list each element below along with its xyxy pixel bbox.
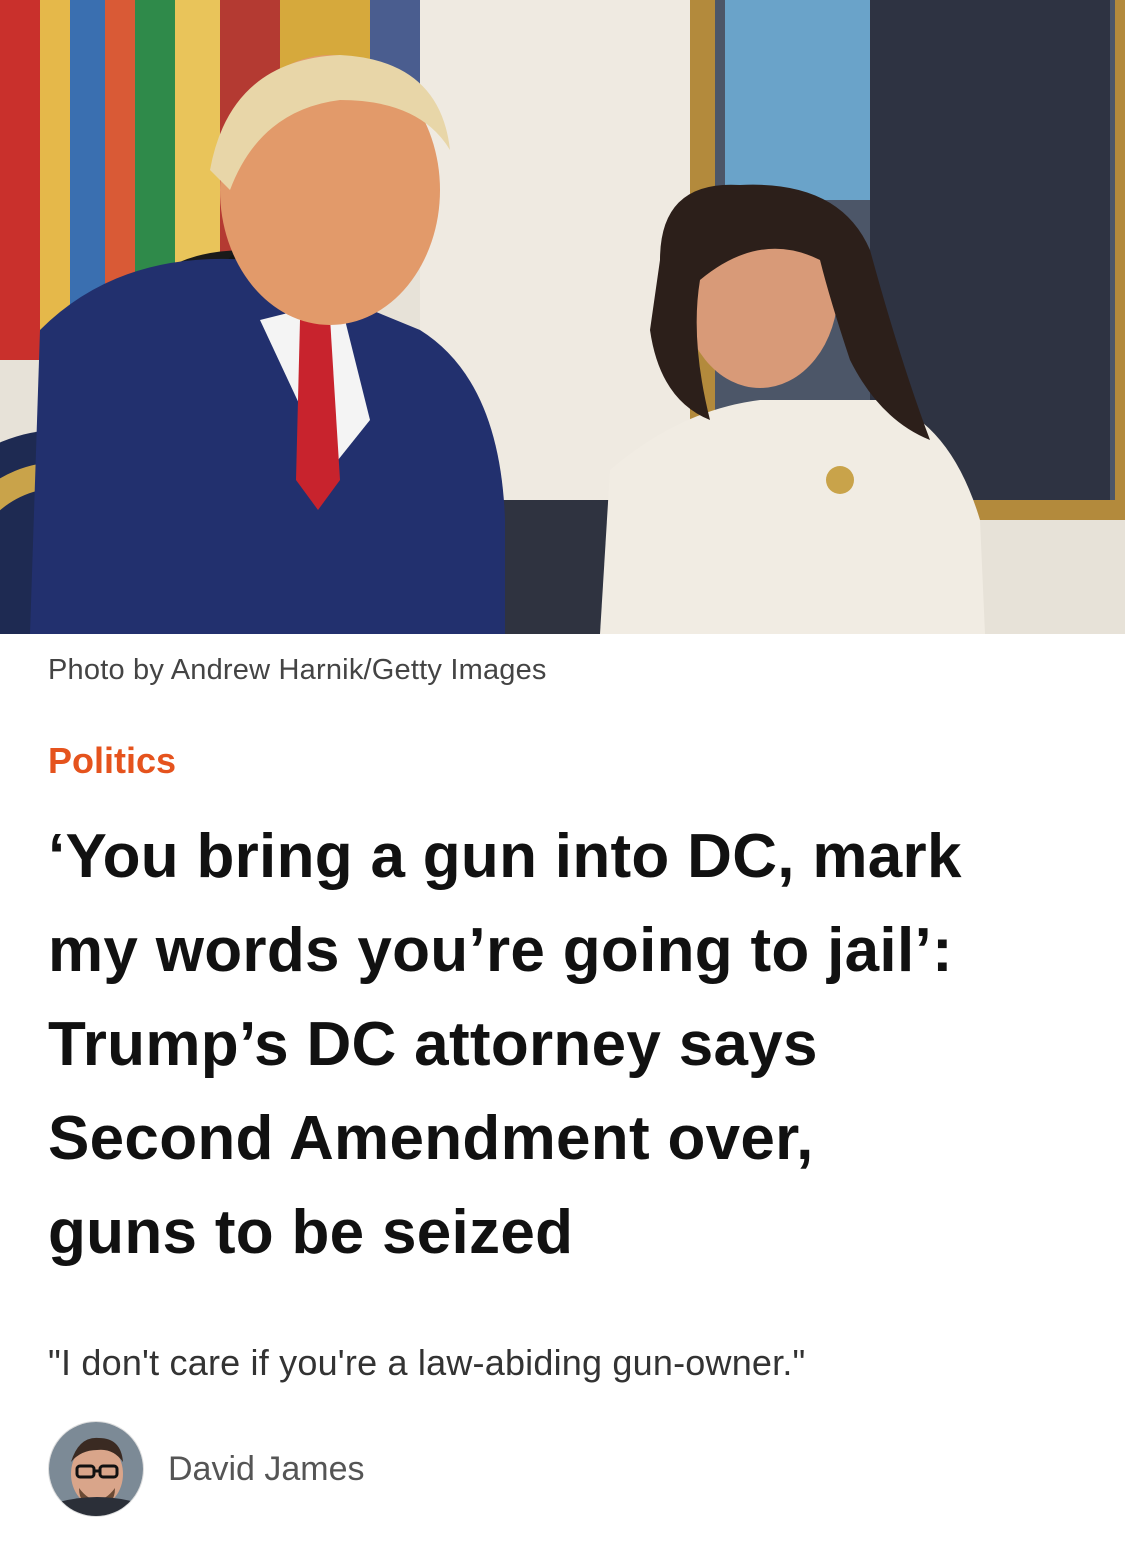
article-hero-image[interactable] xyxy=(0,0,1125,634)
article-headline[interactable]: ‘You bring a gun into DC, mark my words … xyxy=(48,810,1088,1280)
headline-line: ‘You bring a gun into DC, mark xyxy=(48,822,962,891)
category-link[interactable]: Politics xyxy=(48,740,176,782)
hero-photo xyxy=(0,0,1125,634)
headline-line: Second Amendment over, xyxy=(48,1104,814,1173)
article-subheadline: "I don't care if you're a law-abiding gu… xyxy=(48,1342,806,1383)
author-name[interactable]: David James xyxy=(168,1450,365,1489)
author-avatar[interactable] xyxy=(48,1421,144,1517)
author-byline[interactable]: David James xyxy=(48,1420,365,1518)
headline-line: my words you’re going to jail’: xyxy=(48,916,953,985)
headline-line: guns to be seized xyxy=(48,1198,574,1267)
photo-credit-caption: Photo by Andrew Harnik/Getty Images xyxy=(48,654,547,686)
avatar-photo xyxy=(49,1422,143,1516)
headline-line: Trump’s DC attorney says xyxy=(48,1010,818,1079)
